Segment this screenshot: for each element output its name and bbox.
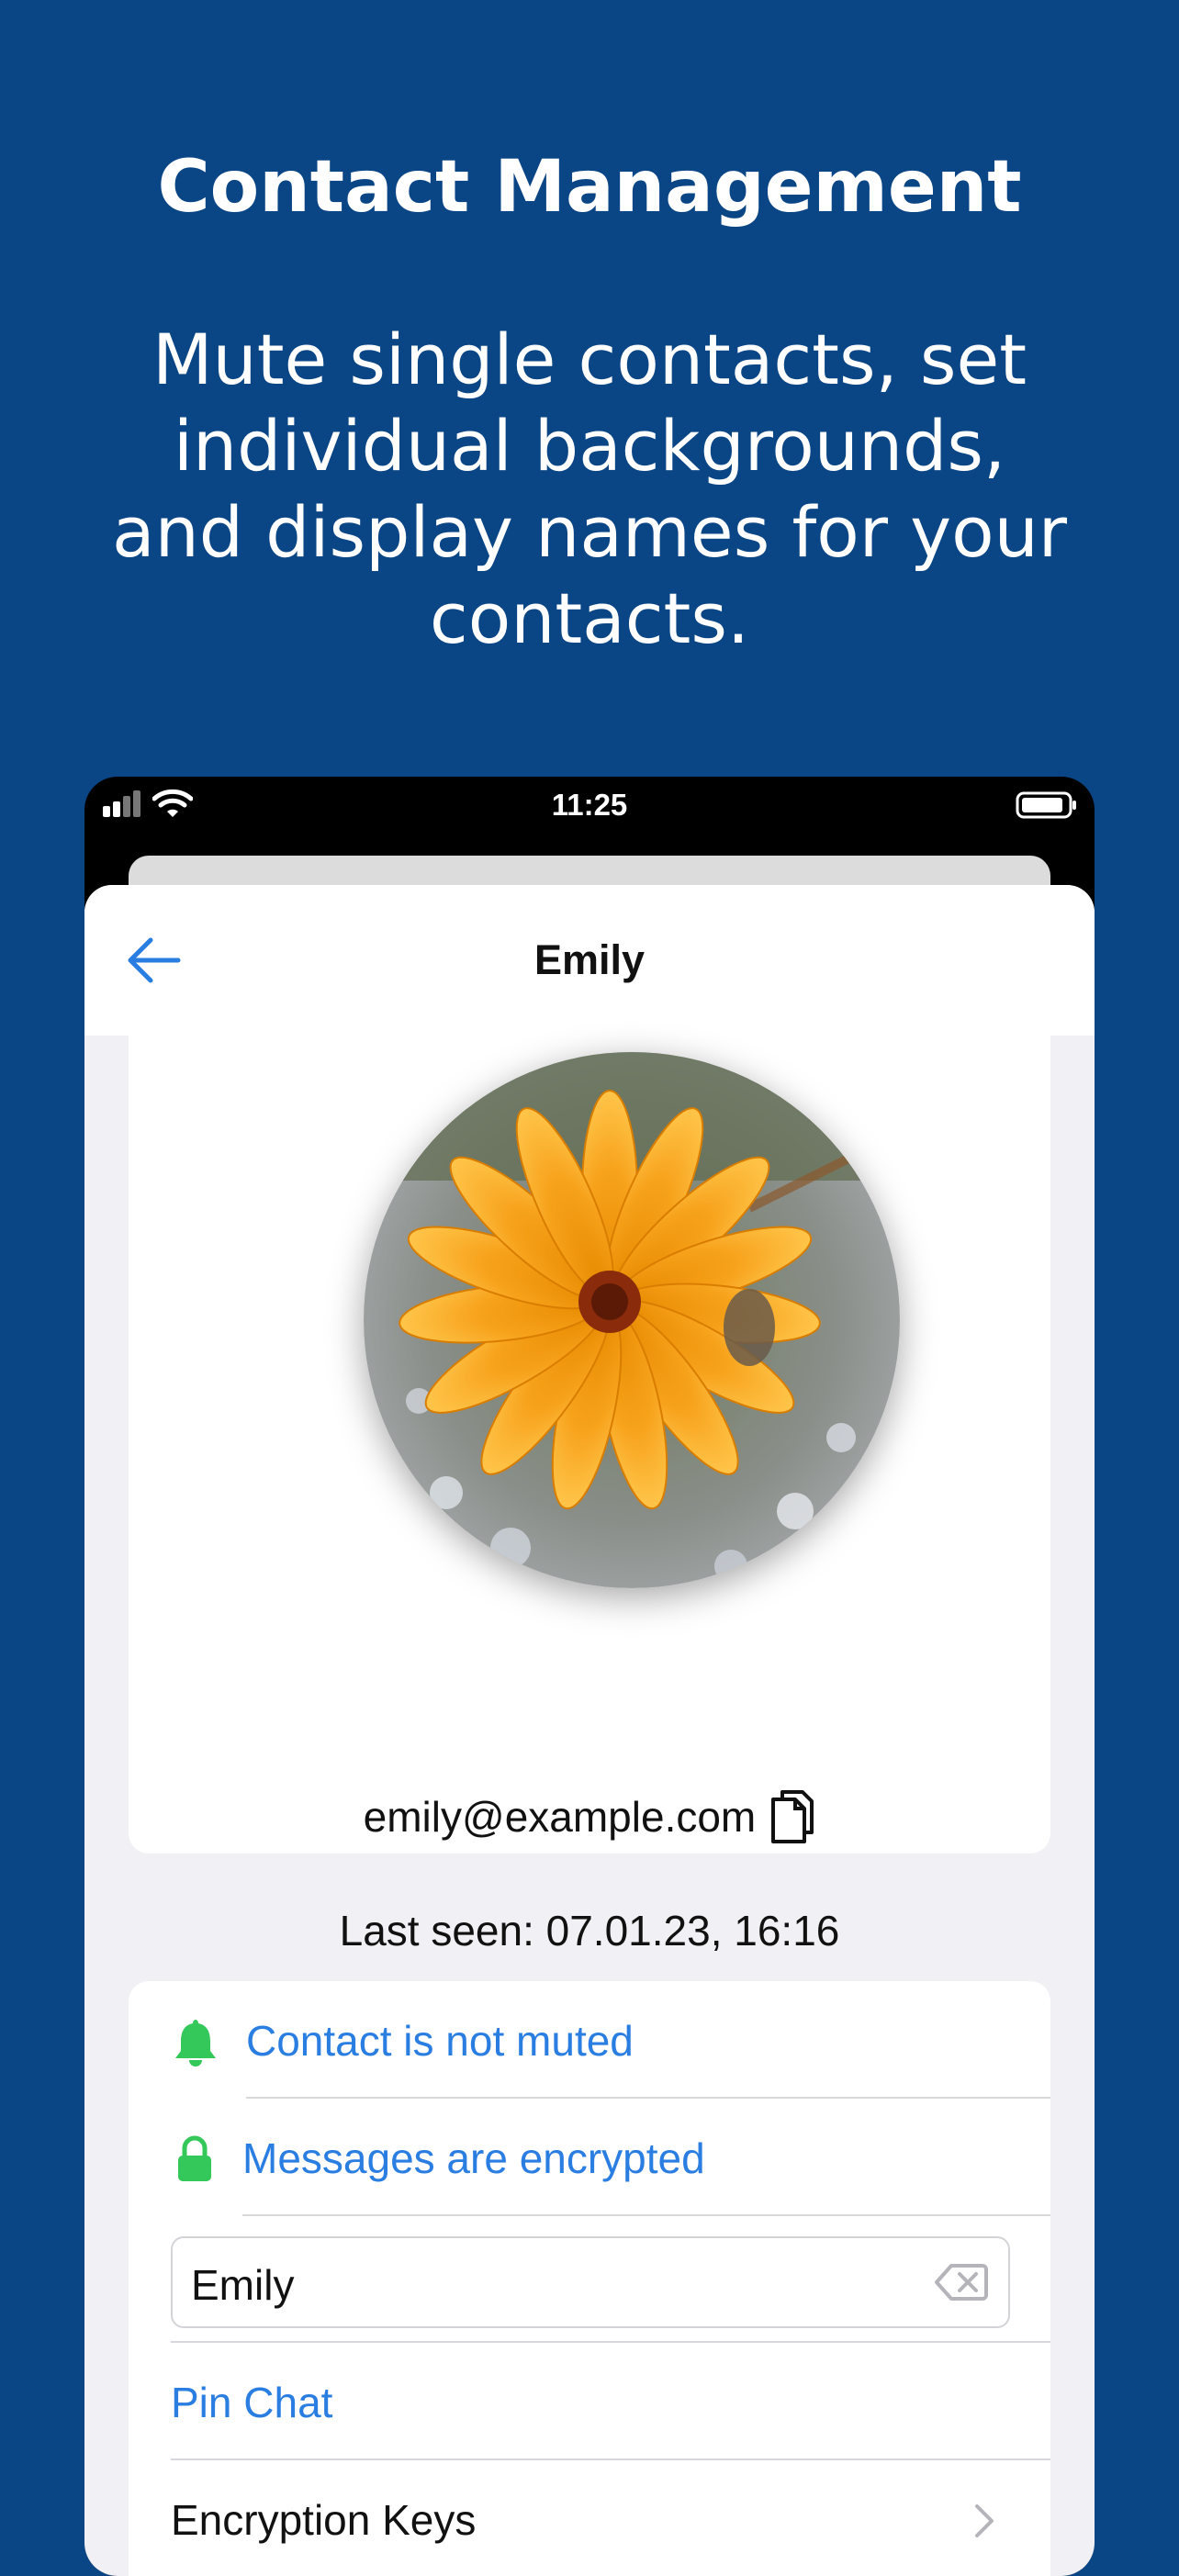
email-row: emily@example.com	[129, 1788, 1050, 1853]
promo-title: Contact Management	[157, 146, 1022, 229]
display-name-field[interactable]: Emily	[171, 2236, 1010, 2328]
lock-icon	[178, 2135, 211, 2181]
contact-avatar[interactable]	[364, 1052, 900, 1588]
promo-subtitle: Mute single contacts, set individual bac…	[112, 319, 1067, 659]
phone-frame: 11:25 Emily emily@example.com Last seen:…	[84, 777, 1095, 2576]
pin-chat-label: Pin Chat	[171, 2379, 333, 2426]
last-seen-text: Last seen: 07.01.23, 16:16	[339, 1907, 840, 1954]
flower-photo	[364, 1052, 900, 1588]
navigation-bar: Emily	[84, 885, 1095, 1036]
encryption-status-label: Messages are encrypted	[242, 2134, 705, 2182]
mute-toggle-row[interactable]: Contact is not muted	[129, 1981, 1050, 2099]
encryption-keys-row[interactable]: Encryption Keys	[129, 2460, 1050, 2576]
pin-chat-row[interactable]: Pin Chat	[129, 2343, 1050, 2460]
contact-email[interactable]: emily@example.com	[364, 1793, 757, 1841]
status-bar: 11:25	[84, 777, 1095, 832]
encryption-keys-label: Encryption Keys	[171, 2496, 477, 2544]
bell-icon	[175, 2020, 216, 2066]
contact-screen: Emily emily@example.com Last seen: 07.01…	[84, 885, 1095, 2576]
display-name-input[interactable]: Emily	[191, 2260, 294, 2310]
copy-icon[interactable]	[768, 1788, 815, 1845]
profile-card: emily@example.com Last seen: 07.01.23, 1…	[129, 1036, 1050, 1954]
divider	[242, 2214, 1050, 2216]
settings-card: Contact is not muted Messages are encryp…	[129, 1981, 1050, 2576]
page-title: Emily	[533, 936, 646, 983]
chevron-right-icon	[975, 2504, 994, 2537]
encryption-status-row[interactable]: Messages are encrypted	[129, 2099, 1050, 2216]
clear-text-icon[interactable]	[935, 2262, 988, 2302]
mute-status-label: Contact is not muted	[246, 2017, 634, 2065]
battery-icon	[1016, 791, 1076, 819]
status-time: 11:25	[551, 788, 628, 822]
